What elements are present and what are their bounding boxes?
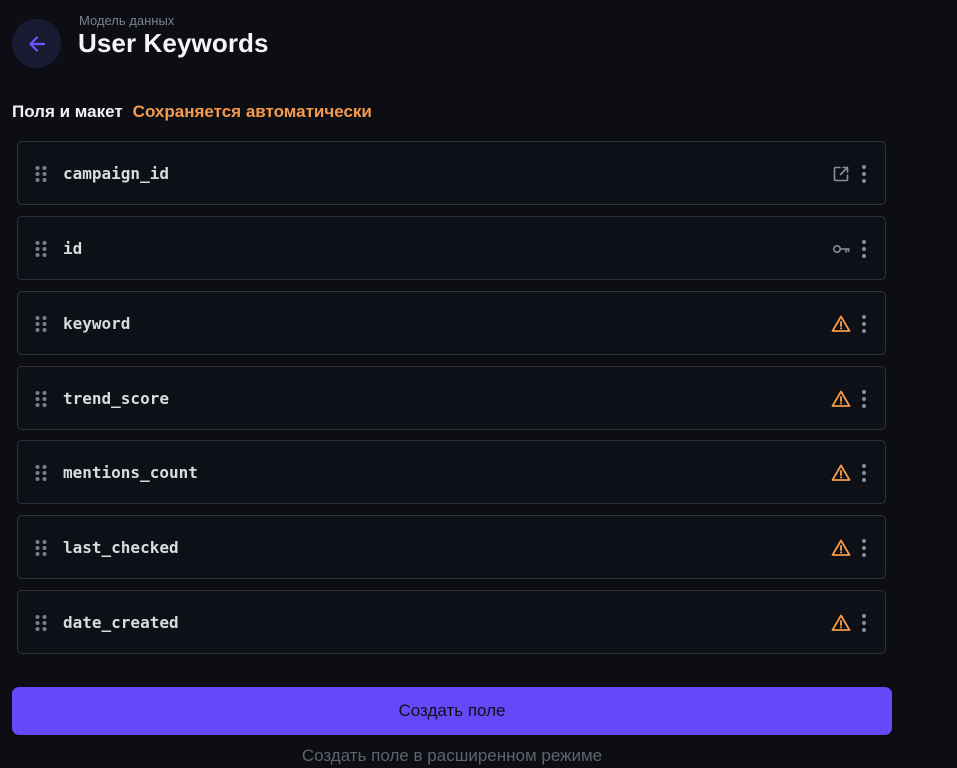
warning-icon [831,613,851,633]
more-vertical-icon[interactable] [858,612,870,634]
drag-handle-icon[interactable] [35,165,47,183]
back-button[interactable] [12,19,61,68]
more-vertical-icon[interactable] [858,462,870,484]
warning-icon [831,389,851,409]
create-field-advanced-link[interactable]: Создать поле в расширенном режиме [12,746,892,766]
field-name: campaign_id [63,164,169,183]
field-name: keyword [63,314,131,333]
more-vertical-icon[interactable] [858,163,870,185]
field-name: trend_score [63,389,169,408]
section-header: Поля и макет Сохраняется автоматически [12,102,372,122]
data-model-page: Модель данных User Keywords Поля и макет… [0,0,957,768]
warning-icon [831,463,851,483]
field-name: date_created [63,613,179,632]
field-row[interactable]: last_checked [17,515,886,579]
page-title: User Keywords [78,28,269,58]
breadcrumb: Модель данных [79,13,175,28]
external-link-icon[interactable] [831,164,851,184]
autosave-status: Сохраняется автоматически [132,102,372,121]
drag-handle-icon[interactable] [35,240,47,258]
field-row[interactable]: date_created [17,590,886,654]
field-row[interactable]: campaign_id [17,141,886,205]
drag-handle-icon[interactable] [35,539,47,557]
section-title: Поля и макет [12,102,123,121]
drag-handle-icon[interactable] [35,315,47,333]
field-name: last_checked [63,538,179,557]
field-name: mentions_count [63,463,198,482]
field-name: id [63,239,83,258]
warning-icon [831,538,851,558]
drag-handle-icon[interactable] [35,614,47,632]
key-icon [831,239,851,259]
field-row[interactable]: id [17,216,886,280]
field-row[interactable]: mentions_count [17,440,886,504]
warning-icon [831,314,851,334]
create-field-button[interactable]: Создать поле [12,687,892,735]
arrow-left-icon [28,35,45,52]
more-vertical-icon[interactable] [858,238,870,260]
more-vertical-icon[interactable] [858,313,870,335]
field-row[interactable]: keyword [17,291,886,355]
more-vertical-icon[interactable] [858,537,870,559]
more-vertical-icon[interactable] [858,388,870,410]
field-row[interactable]: trend_score [17,366,886,430]
drag-handle-icon[interactable] [35,390,47,408]
drag-handle-icon[interactable] [35,464,47,482]
